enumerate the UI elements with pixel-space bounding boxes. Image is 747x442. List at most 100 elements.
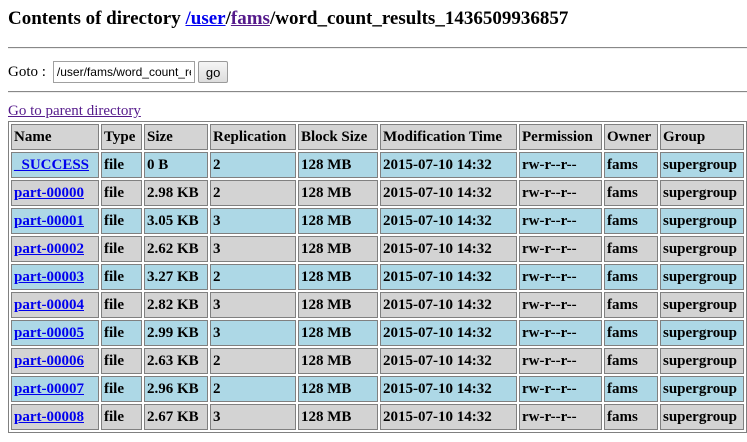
file-name-cell: part-00003: [11, 264, 99, 290]
table-row: part-00007 file 2.96 KB 2 128 MB 2015-07-10 1…: [11, 376, 744, 402]
owner-cell: fams: [604, 292, 658, 318]
modification-time-cell: 2015-07-10 14:32: [380, 320, 517, 346]
replication-cell: 2: [210, 264, 296, 290]
header-replication: Replication: [210, 124, 296, 150]
bottom-divider: [8, 91, 747, 93]
replication-cell: 2: [210, 348, 296, 374]
replication-cell: 2: [210, 180, 296, 206]
modification-time-cell: 2015-07-10 14:32: [380, 264, 517, 290]
file-size-cell: 3.27 KB: [144, 264, 208, 290]
file-type-cell: file: [101, 236, 142, 262]
block-size-cell: 128 MB: [298, 236, 378, 262]
file-type-cell: file: [101, 180, 142, 206]
directory-listing-table: Name Type Size Replication Block Size Mo…: [8, 121, 747, 433]
file-link[interactable]: part-00008: [14, 409, 84, 425]
modification-time-cell: 2015-07-10 14:32: [380, 208, 517, 234]
owner-cell: fams: [604, 404, 658, 430]
table-row: part-00008 file 2.67 KB 3 128 MB 2015-07-10 1…: [11, 404, 744, 430]
file-link[interactable]: part-00003: [14, 269, 84, 285]
file-name-cell: part-00005: [11, 320, 99, 346]
table-row: part-00000 file 2.98 KB 2 128 MB 2015-07-10 1…: [11, 180, 744, 206]
file-size-cell: 2.98 KB: [144, 180, 208, 206]
file-type-cell: file: [101, 264, 142, 290]
permission-cell: rw-r--r--: [519, 152, 602, 178]
permission-cell: rw-r--r--: [519, 376, 602, 402]
file-link[interactable]: part-00007: [14, 381, 84, 397]
group-cell: supergroup: [660, 320, 744, 346]
group-cell: supergroup: [660, 404, 744, 430]
fams-dir-link[interactable]: fams: [231, 8, 270, 29]
goto-path-input[interactable]: [52, 61, 195, 83]
file-name-cell: part-00000: [11, 180, 99, 206]
group-cell: supergroup: [660, 152, 744, 178]
block-size-cell: 128 MB: [298, 320, 378, 346]
modification-time-cell: 2015-07-10 14:32: [380, 180, 517, 206]
replication-cell: 3: [210, 208, 296, 234]
file-link[interactable]: part-00006: [14, 353, 84, 369]
table-row: part-00006 file 2.63 KB 2 128 MB 2015-07-10 1…: [11, 348, 744, 374]
permission-cell: rw-r--r--: [519, 208, 602, 234]
title-prefix: Contents of directory: [8, 8, 186, 29]
owner-cell: fams: [604, 180, 658, 206]
current-dir-name: /word_count_results_1436509936857: [269, 8, 569, 29]
top-divider: [8, 47, 747, 49]
file-type-cell: file: [101, 376, 142, 402]
modification-time-cell: 2015-07-10 14:32: [380, 236, 517, 262]
page-title: Contents of directory /user/fams/word_co…: [8, 8, 568, 30]
file-name-cell: part-00001: [11, 208, 99, 234]
group-cell: supergroup: [660, 208, 744, 234]
file-link[interactable]: _SUCCESS: [14, 157, 89, 173]
file-name-cell: part-00008: [11, 404, 99, 430]
file-type-cell: file: [101, 404, 142, 430]
file-name-cell: part-00007: [11, 376, 99, 402]
go-button[interactable]: go: [197, 61, 229, 83]
file-type-cell: file: [101, 208, 142, 234]
table-row: part-00003 file 3.27 KB 2 128 MB 2015-07-10 1…: [11, 264, 744, 290]
header-type: Type: [101, 124, 142, 150]
block-size-cell: 128 MB: [298, 376, 378, 402]
table-row: part-00005 file 2.99 KB 3 128 MB 2015-07-10 1…: [11, 320, 744, 346]
modification-time-cell: 2015-07-10 14:32: [380, 292, 517, 318]
owner-cell: fams: [604, 376, 658, 402]
file-size-cell: 2.63 KB: [144, 348, 208, 374]
block-size-cell: 128 MB: [298, 292, 378, 318]
replication-cell: 3: [210, 320, 296, 346]
file-size-cell: 3.05 KB: [144, 208, 208, 234]
header-modification-time: Modification Time: [380, 124, 517, 150]
file-link[interactable]: part-00004: [14, 297, 84, 313]
file-link[interactable]: part-00000: [14, 185, 84, 201]
user-dir-link[interactable]: user: [191, 8, 226, 29]
table-row: _SUCCESS file 0 B 2 128 MB 2015-07-10 14:32 rw…: [11, 152, 744, 178]
table-body: _SUCCESS file 0 B 2 128 MB 2015-07-10 14:32 rw…: [11, 152, 744, 430]
owner-cell: fams: [604, 236, 658, 262]
block-size-cell: 128 MB: [298, 404, 378, 430]
permission-cell: rw-r--r--: [519, 292, 602, 318]
table-header-row: Name Type Size Replication Block Size Mo…: [11, 124, 744, 150]
group-cell: supergroup: [660, 236, 744, 262]
file-link[interactable]: part-00002: [14, 241, 84, 257]
file-link[interactable]: part-00005: [14, 325, 84, 341]
table-row: part-00001 file 3.05 KB 3 128 MB 2015-07-10 1…: [11, 208, 744, 234]
permission-cell: rw-r--r--: [519, 320, 602, 346]
file-name-cell: part-00006: [11, 348, 99, 374]
modification-time-cell: 2015-07-10 14:32: [380, 404, 517, 430]
goto-form: Goto : go: [8, 60, 229, 84]
header-group: Group: [660, 124, 744, 150]
owner-cell: fams: [604, 264, 658, 290]
owner-cell: fams: [604, 208, 658, 234]
permission-cell: rw-r--r--: [519, 404, 602, 430]
table-row: part-00002 file 2.62 KB 3 128 MB 2015-07-10 1…: [11, 236, 744, 262]
replication-cell: 2: [210, 376, 296, 402]
header-block-size: Block Size: [298, 124, 378, 150]
file-link[interactable]: part-00001: [14, 213, 84, 229]
group-cell: supergroup: [660, 376, 744, 402]
group-cell: supergroup: [660, 292, 744, 318]
modification-time-cell: 2015-07-10 14:32: [380, 152, 517, 178]
file-name-cell: part-00004: [11, 292, 99, 318]
parent-directory-link[interactable]: Go to parent directory: [8, 103, 141, 120]
block-size-cell: 128 MB: [298, 264, 378, 290]
permission-cell: rw-r--r--: [519, 180, 602, 206]
group-cell: supergroup: [660, 348, 744, 374]
file-name-cell: part-00002: [11, 236, 99, 262]
header-size: Size: [144, 124, 208, 150]
